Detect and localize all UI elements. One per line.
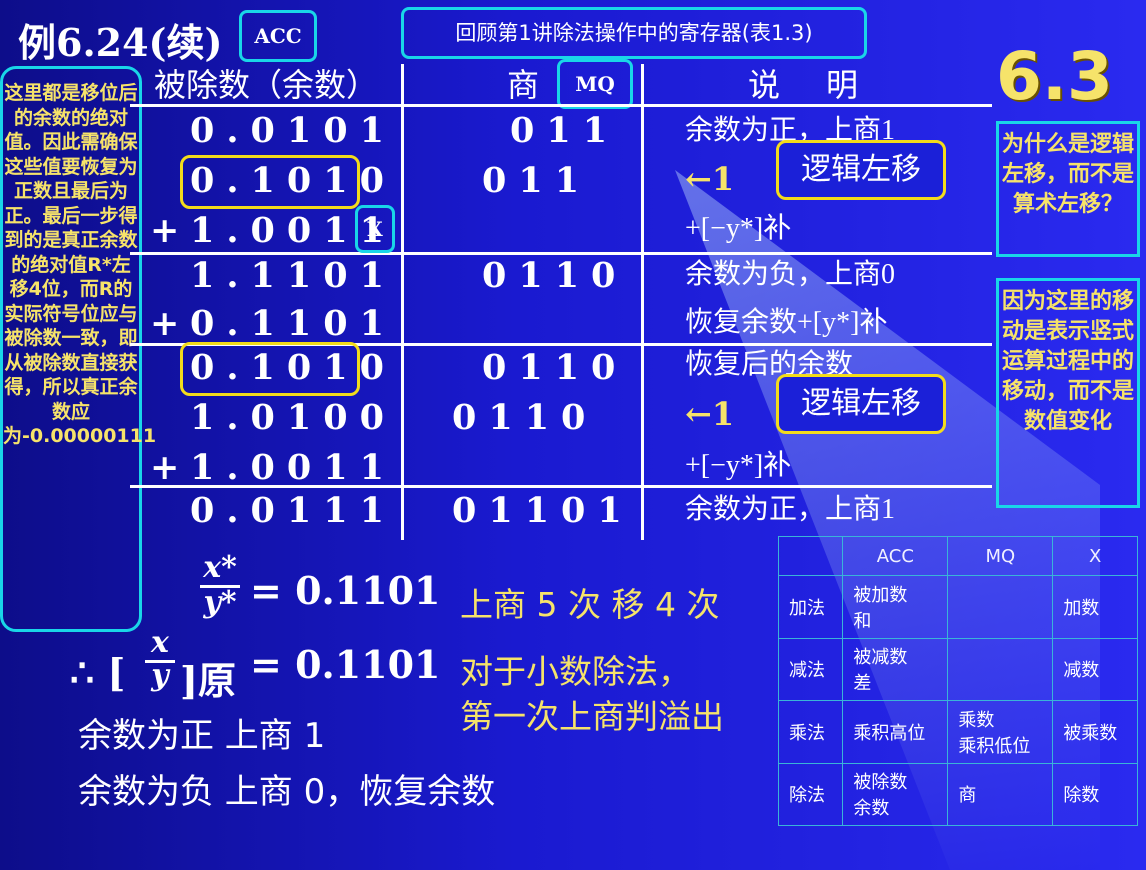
ops-cell: 乘数 乘积低位 (947, 700, 1054, 764)
formula2-denominator: y (151, 658, 169, 693)
row-3-desc: +[−y*]补 (685, 213, 792, 244)
mq-tag: MQ (557, 59, 633, 109)
ops-header-x: X (1052, 536, 1138, 576)
row-5-sign: + (150, 303, 192, 344)
review-box: 回顾第1讲除法操作中的寄存器(表1.3) (401, 7, 867, 59)
right-note-answer: 因为这里的移动是表示竖式运算过程中的移动，而不是数值变化 (996, 278, 1140, 508)
row-9-num: 0.0111 (190, 490, 396, 531)
ops-cell: 除法 (777, 762, 844, 826)
row-2-quotient: 011 (482, 160, 592, 201)
row-5-desc: 恢复余数+[y*]补 (685, 307, 888, 338)
row-4-quotient: 0110 (482, 255, 628, 296)
row-1-num: 0.0101 (190, 110, 396, 151)
ops-cell: 乘积高位 (842, 700, 949, 764)
register-usage-table: ACC MQ X 加法 被加数 和 加数 减法 被减数 差 减数 乘法 乘积高位… (777, 536, 1138, 826)
slide-title: 例6.24(续) (18, 20, 223, 65)
acc-tag: ACC (239, 10, 317, 62)
table-row: 乘法 乘积高位 乘数 乘积低位 被乘数 (777, 700, 1138, 764)
ops-cell (947, 637, 1054, 701)
ops-cell: 减法 (777, 637, 844, 701)
table-row: 除法 被除数 余数 商 除数 (777, 762, 1138, 826)
ops-cell: 减数 (1052, 637, 1138, 701)
ops-cell (947, 575, 1054, 639)
row-8-sign: + (150, 447, 192, 488)
row-2-num: 0.1010 (190, 160, 396, 201)
formula1-result: = 0.1101 (250, 568, 441, 613)
table-row: 加法 被加数 和 加数 (777, 575, 1138, 639)
header-quotient: 商 (507, 66, 540, 104)
logic-shift-bubble-2: 逻辑左移 (776, 374, 946, 434)
row-7-desc: ←1 (685, 395, 735, 433)
formula2-prefix: ∴ [ (70, 650, 126, 695)
row-8-desc: +[−y*]补 (685, 450, 792, 481)
row-4-num: 1.1101 (190, 255, 396, 296)
summary-overflow-1: 对于小数除法， (460, 652, 691, 691)
row-6-quotient: 0110 (482, 347, 628, 388)
section-number: 6.3 (996, 38, 1113, 115)
row-7-quotient: 0110 (452, 397, 598, 438)
row-4-desc: 余数为负，上商0 (685, 259, 896, 290)
formula2-suffix: ]原 (180, 658, 236, 703)
divider-row-a (130, 104, 992, 107)
row-8-num: 1.0011 (190, 447, 396, 488)
ops-header-acc: ACC (842, 536, 949, 576)
left-note: 这里都是移位后的余数的绝对值。因此需确保这些值要恢复为正数且最后为正。最后一步得… (0, 66, 156, 632)
row-2-desc: ←1 (685, 160, 735, 198)
right-note-question: 为什么是逻辑左移，而不是算术左移？ (996, 121, 1140, 257)
row-5-num: 0.1101 (190, 303, 396, 344)
ops-cell: 加法 (777, 575, 844, 639)
header-dividend: 被除数（余数） (154, 66, 379, 104)
ops-cell: 乘法 (777, 700, 844, 764)
divider-vertical-2 (641, 64, 644, 540)
ops-cell: 除数 (1052, 762, 1138, 826)
ops-header-mq: MQ (947, 536, 1054, 576)
ops-cell: 被除数 余数 (842, 762, 949, 826)
table-row: 减法 被减数 差 减数 (777, 637, 1138, 701)
logic-shift-bubble-1: 逻辑左移 (776, 140, 946, 200)
formula2-result: = 0.1101 (250, 642, 441, 687)
ops-cell: 加数 (1052, 575, 1138, 639)
x-tag: X (355, 205, 395, 253)
row-3-sign: + (150, 210, 192, 251)
ops-cell: 商 (947, 762, 1054, 826)
row-9-desc: 余数为正，上商1 (685, 494, 896, 525)
ops-header-blank (777, 536, 844, 576)
row-6-num: 0.1010 (190, 347, 396, 388)
row-9-quotient: 01101 (452, 490, 634, 531)
ops-cell: 被加数 和 (842, 575, 949, 639)
formula1-numerator: x* (200, 550, 240, 588)
header-explain: 说明 (748, 66, 905, 104)
ops-cell: 被乘数 (1052, 700, 1138, 764)
ops-cell: 被减数 差 (842, 637, 949, 701)
rule-negative: 余数为负 上商 0，恢复余数 (78, 772, 496, 812)
divider-vertical-1 (401, 64, 404, 540)
summary-overflow-2: 第一次上商判溢出 (460, 697, 724, 736)
rule-positive: 余数为正 上商 1 (78, 716, 326, 756)
row-1-quotient: 011 (510, 110, 620, 151)
summary-counts: 上商 5 次 移 4 次 (460, 585, 720, 624)
formula1-denominator: y* (203, 585, 237, 620)
row-7-num: 1.0100 (190, 397, 396, 438)
